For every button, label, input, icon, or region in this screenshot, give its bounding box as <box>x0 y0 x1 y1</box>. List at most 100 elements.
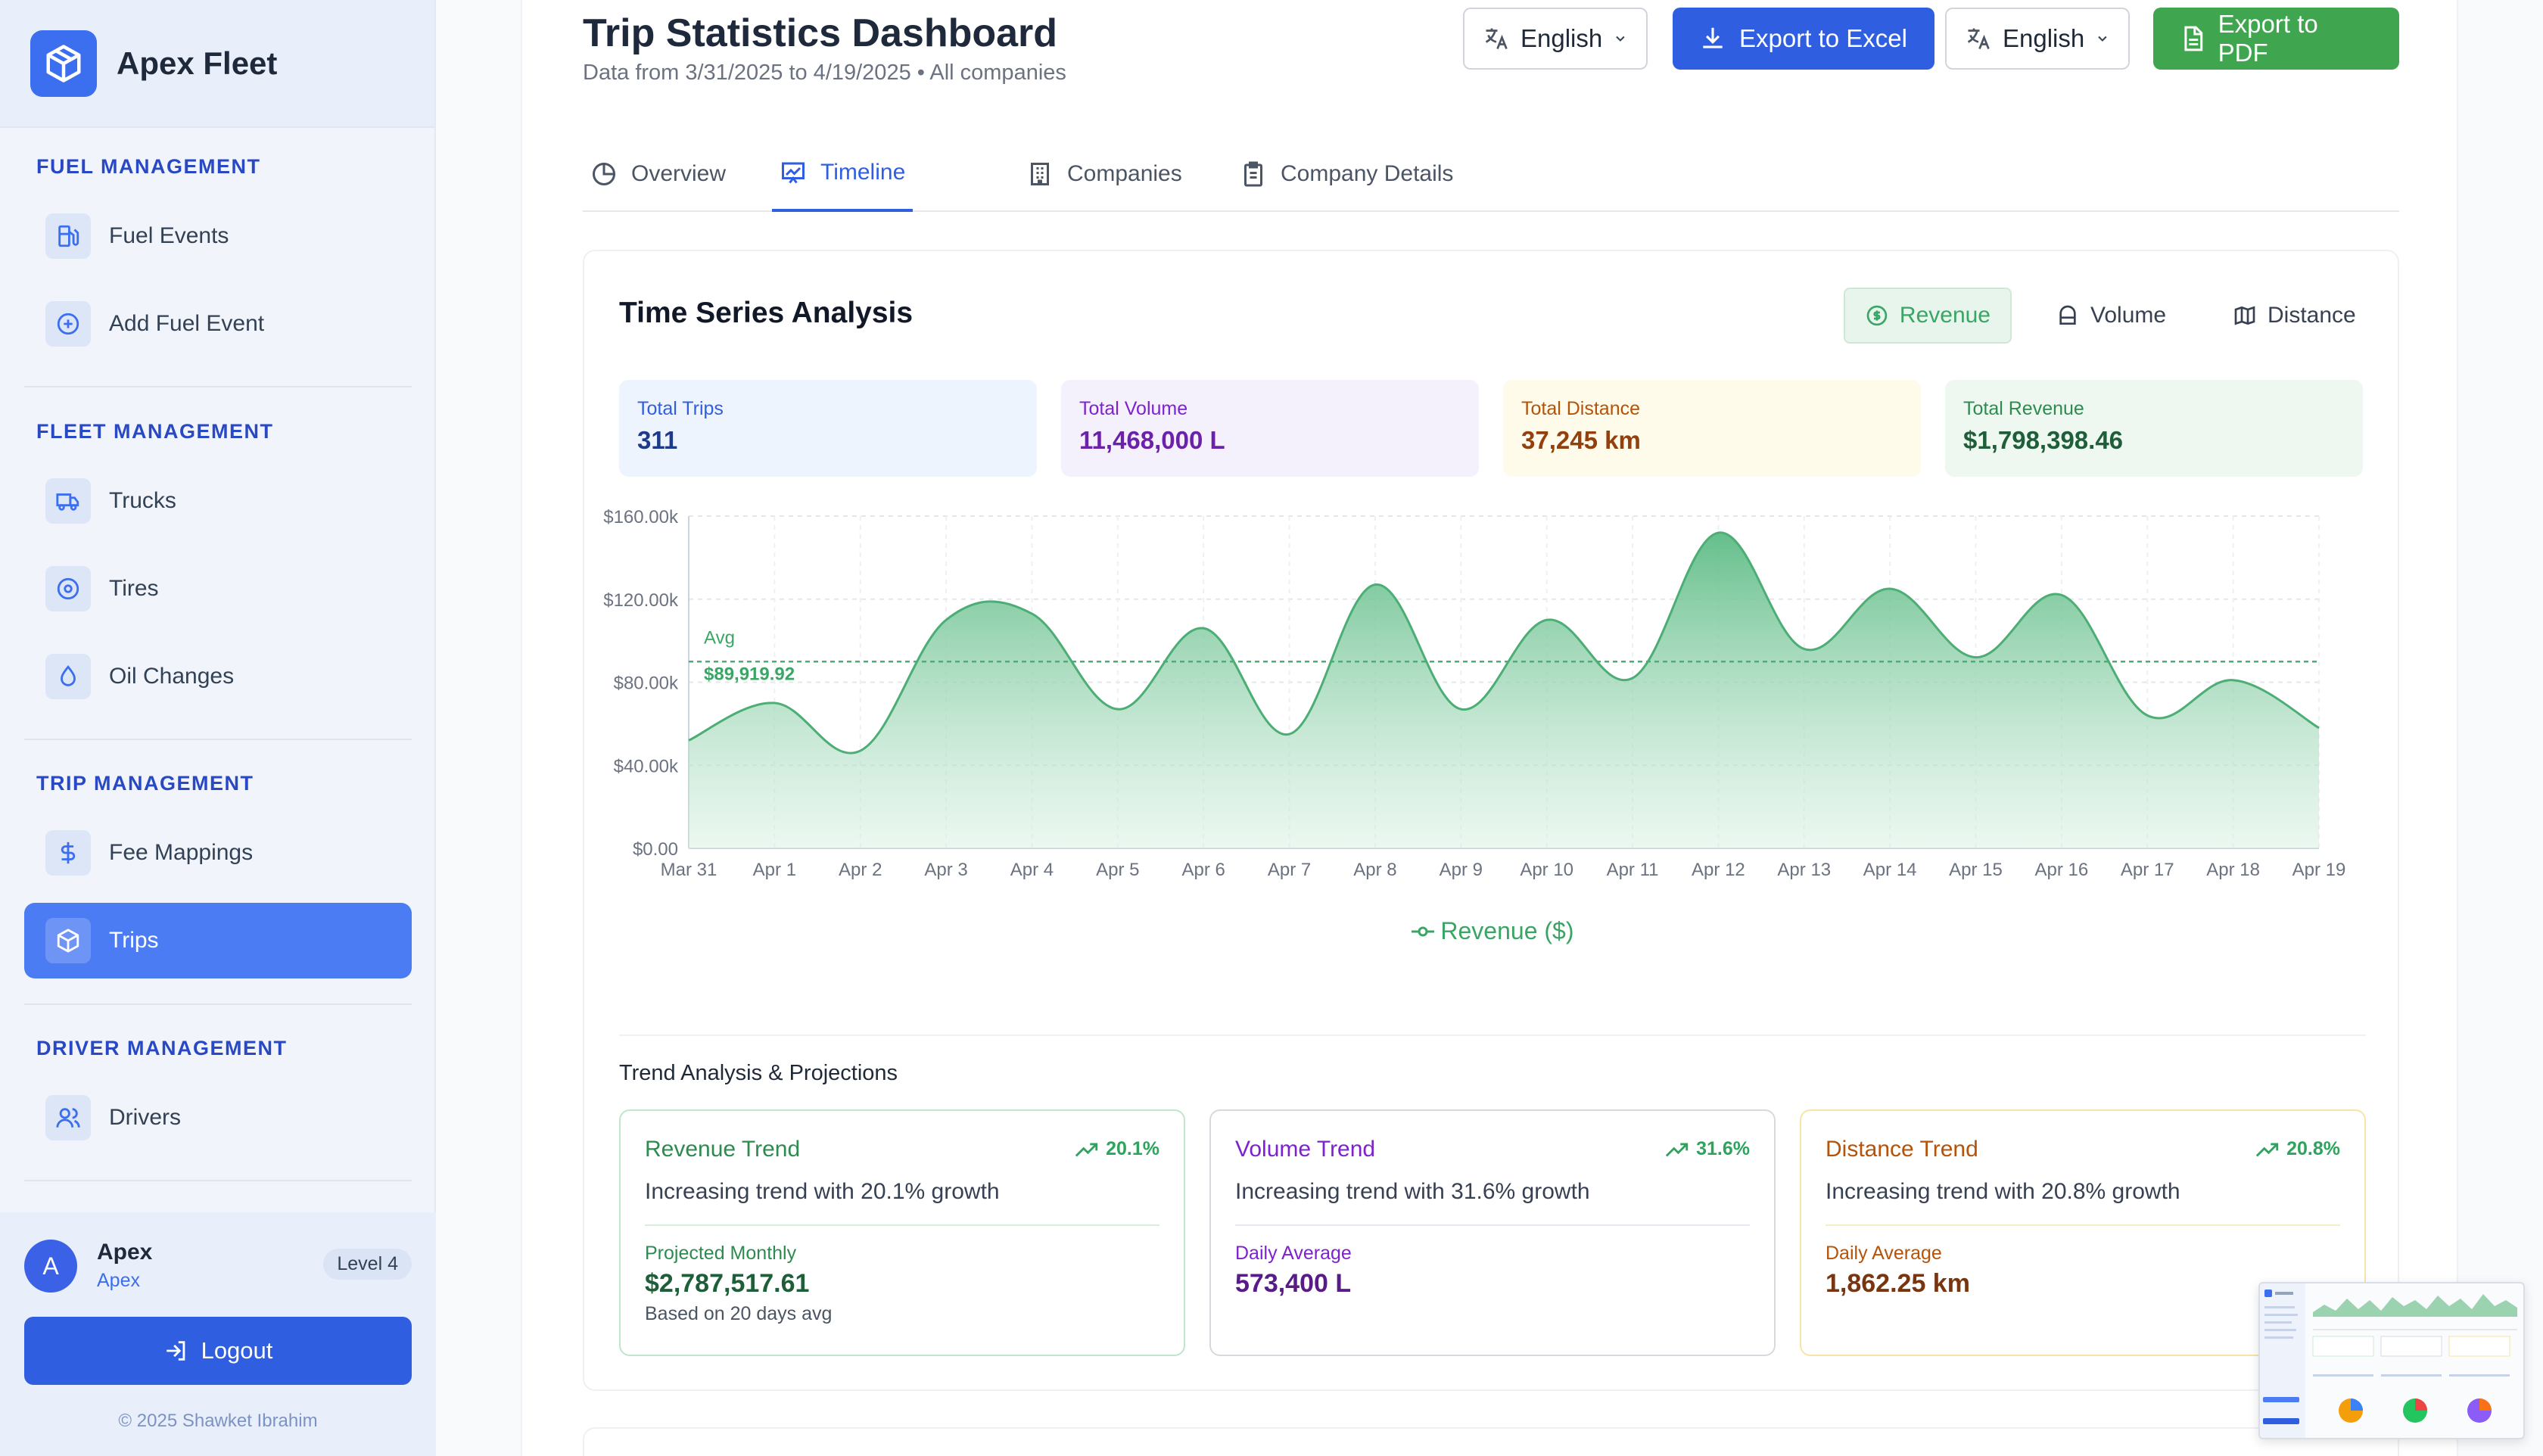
download-icon <box>1703 27 1723 48</box>
sidebar-item-label: Add Fuel Event <box>109 311 265 336</box>
x-tick-label: Apr 19 <box>2292 860 2346 880</box>
sidebar-item-label: Drivers <box>109 1105 181 1130</box>
package-icon <box>30 30 97 97</box>
trend-value: 573,400 L <box>1235 1269 1352 1298</box>
divider <box>645 1224 1159 1226</box>
x-tick-label: Apr 6 <box>1182 860 1225 880</box>
sidebar-item-fee-mappings[interactable]: Fee Mappings <box>24 815 412 891</box>
x-tick-label: Apr 12 <box>1692 860 1745 880</box>
tab-overview[interactable]: Overview <box>590 136 726 212</box>
metric-label: Distance <box>2268 303 2356 328</box>
tab-company-details[interactable]: Company Details <box>1240 136 1453 212</box>
language-select-2[interactable]: English <box>1945 8 2130 70</box>
export-pdf-button[interactable]: Export to PDF <box>2153 8 2399 70</box>
x-tick-label: Apr 9 <box>1440 860 1483 880</box>
x-tick-label: Apr 11 <box>1607 860 1659 880</box>
app-name: Apex Fleet <box>117 45 278 81</box>
tab-timeline[interactable]: Timeline <box>772 136 914 212</box>
logout-icon <box>166 1341 185 1361</box>
user-panel: A Apex Apex Level 4 Logout © 2025 Shawke… <box>0 1212 436 1456</box>
export-pdf-label: Export to PDF <box>2218 10 2318 67</box>
fuel-pump-icon <box>45 213 91 259</box>
sidebar-item-add-fuel-event[interactable]: Add Fuel Event <box>24 286 412 362</box>
revenue-area-chart: $0.00 $40.00k $80.00k $120.00k $160.00k Mar 3… <box>603 507 2346 880</box>
sidebar-item-label: Oil Changes <box>109 664 235 689</box>
page-thumbnail-preview[interactable] <box>2258 1282 2525 1439</box>
building-icon <box>1031 163 1049 185</box>
package-icon <box>45 918 91 963</box>
legend-label: Revenue ($) <box>1440 917 1574 944</box>
trend-badge: 31.6% <box>1664 1138 1750 1160</box>
x-tick-label: Apr 13 <box>1777 860 1831 880</box>
metric-revenue-button[interactable]: Revenue <box>1844 288 2012 344</box>
divider <box>24 1180 412 1181</box>
user-name: Apex <box>97 1240 153 1265</box>
tab-label: Overview <box>631 161 727 186</box>
trend-heading: Trend Analysis & Projections <box>619 1061 898 1085</box>
page-subtitle: Data from 3/31/2025 to 4/19/2025 • All c… <box>583 61 1066 85</box>
x-tick-label: Apr 17 <box>2121 860 2174 880</box>
divider <box>24 386 412 387</box>
sidebar: Apex Fleet FUEL MANAGEMENT Fuel Events A… <box>0 0 436 1456</box>
chart-legend[interactable]: Revenue ($) <box>584 917 2401 945</box>
trend-description: Increasing trend with 20.8% growth <box>1826 1179 2180 1204</box>
level-badge: Level 4 <box>323 1249 412 1280</box>
translate-icon <box>1485 28 1508 49</box>
revenue-area <box>689 532 2319 848</box>
card-title: Time Series Analysis <box>619 297 914 329</box>
language-select[interactable]: English <box>1463 8 1648 70</box>
tab-companies[interactable]: Companies <box>1026 136 1182 212</box>
trend-pct: 20.8% <box>2286 1138 2340 1159</box>
trend-description: Increasing trend with 20.1% growth <box>645 1179 1000 1204</box>
language-label: English <box>2002 24 2085 52</box>
stat-label: Total Revenue <box>1963 398 2084 419</box>
dollar-icon <box>45 830 91 876</box>
sidebar-item-oil-changes[interactable]: Oil Changes <box>24 639 412 714</box>
sidebar-item-fuel-events[interactable]: Fuel Events <box>24 198 412 274</box>
logout-button[interactable]: Logout <box>24 1317 412 1385</box>
stat-value: 311 <box>637 426 678 454</box>
x-tick-label: Apr 16 <box>2035 860 2089 880</box>
trend-pct: 20.1% <box>1106 1138 1159 1159</box>
stat-label: Total Distance <box>1521 398 1641 419</box>
dollar-circle-icon <box>1866 305 1888 326</box>
translate-icon <box>1967 28 1990 49</box>
sidebar-item-label: Tires <box>109 576 159 601</box>
metric-distance-button[interactable]: Distance <box>2213 288 2376 344</box>
sidebar-item-trucks[interactable]: Trucks <box>24 463 412 539</box>
x-tick-label: Mar 31 <box>661 860 717 880</box>
y-tick-label: $0.00 <box>633 839 678 860</box>
sidebar-item-tires[interactable]: Tires <box>24 551 412 627</box>
x-tick-label: Apr 14 <box>1863 860 1917 880</box>
stat-label: Total Trips <box>637 398 724 419</box>
sidebar-item-label: Trips <box>109 928 159 953</box>
sidebar-item-label: Fee Mappings <box>109 840 254 865</box>
tab-bar: Overview Timeline Companies Company Deta… <box>583 136 2399 212</box>
trending-up-icon <box>2255 1143 2279 1157</box>
sidebar-item-drivers[interactable]: Drivers <box>24 1080 412 1156</box>
thumbnail-image <box>2260 1283 2517 1438</box>
chevron-down-icon <box>2098 36 2107 42</box>
trend-description: Increasing trend with 31.6% growth <box>1235 1179 1590 1204</box>
average-label: Avg <box>704 627 735 648</box>
pie-icon <box>593 162 616 185</box>
trend-sub-label: Daily Average <box>1826 1243 1942 1264</box>
metric-label: Revenue <box>1899 303 1991 328</box>
x-tick-label: Apr 7 <box>1268 860 1311 880</box>
trending-up-icon <box>1075 1143 1098 1157</box>
x-tick-label: Apr 5 <box>1096 860 1139 880</box>
stat-total-trips: Total Trips 311 <box>619 380 1037 477</box>
avatar[interactable]: A <box>24 1240 77 1293</box>
volume-trend-card: Volume Trend 31.6% Increasing trend with… <box>1209 1109 1776 1356</box>
sidebar-item-trips[interactable]: Trips <box>24 903 412 978</box>
stat-label: Total Volume <box>1079 398 1188 419</box>
trend-sub-label: Projected Monthly <box>645 1243 797 1264</box>
stat-total-volume: Total Volume 11,468,000 L <box>1061 380 1479 477</box>
divider <box>24 739 412 740</box>
metric-volume-button[interactable]: Volume <box>2036 288 2186 344</box>
tab-label: Companies <box>1067 161 1182 186</box>
trending-up-icon <box>1665 1143 1689 1157</box>
export-excel-button[interactable]: Export to Excel <box>1673 8 1934 70</box>
brand[interactable]: Apex Fleet <box>0 0 434 128</box>
sidebar-item-label: Fuel Events <box>109 223 229 248</box>
